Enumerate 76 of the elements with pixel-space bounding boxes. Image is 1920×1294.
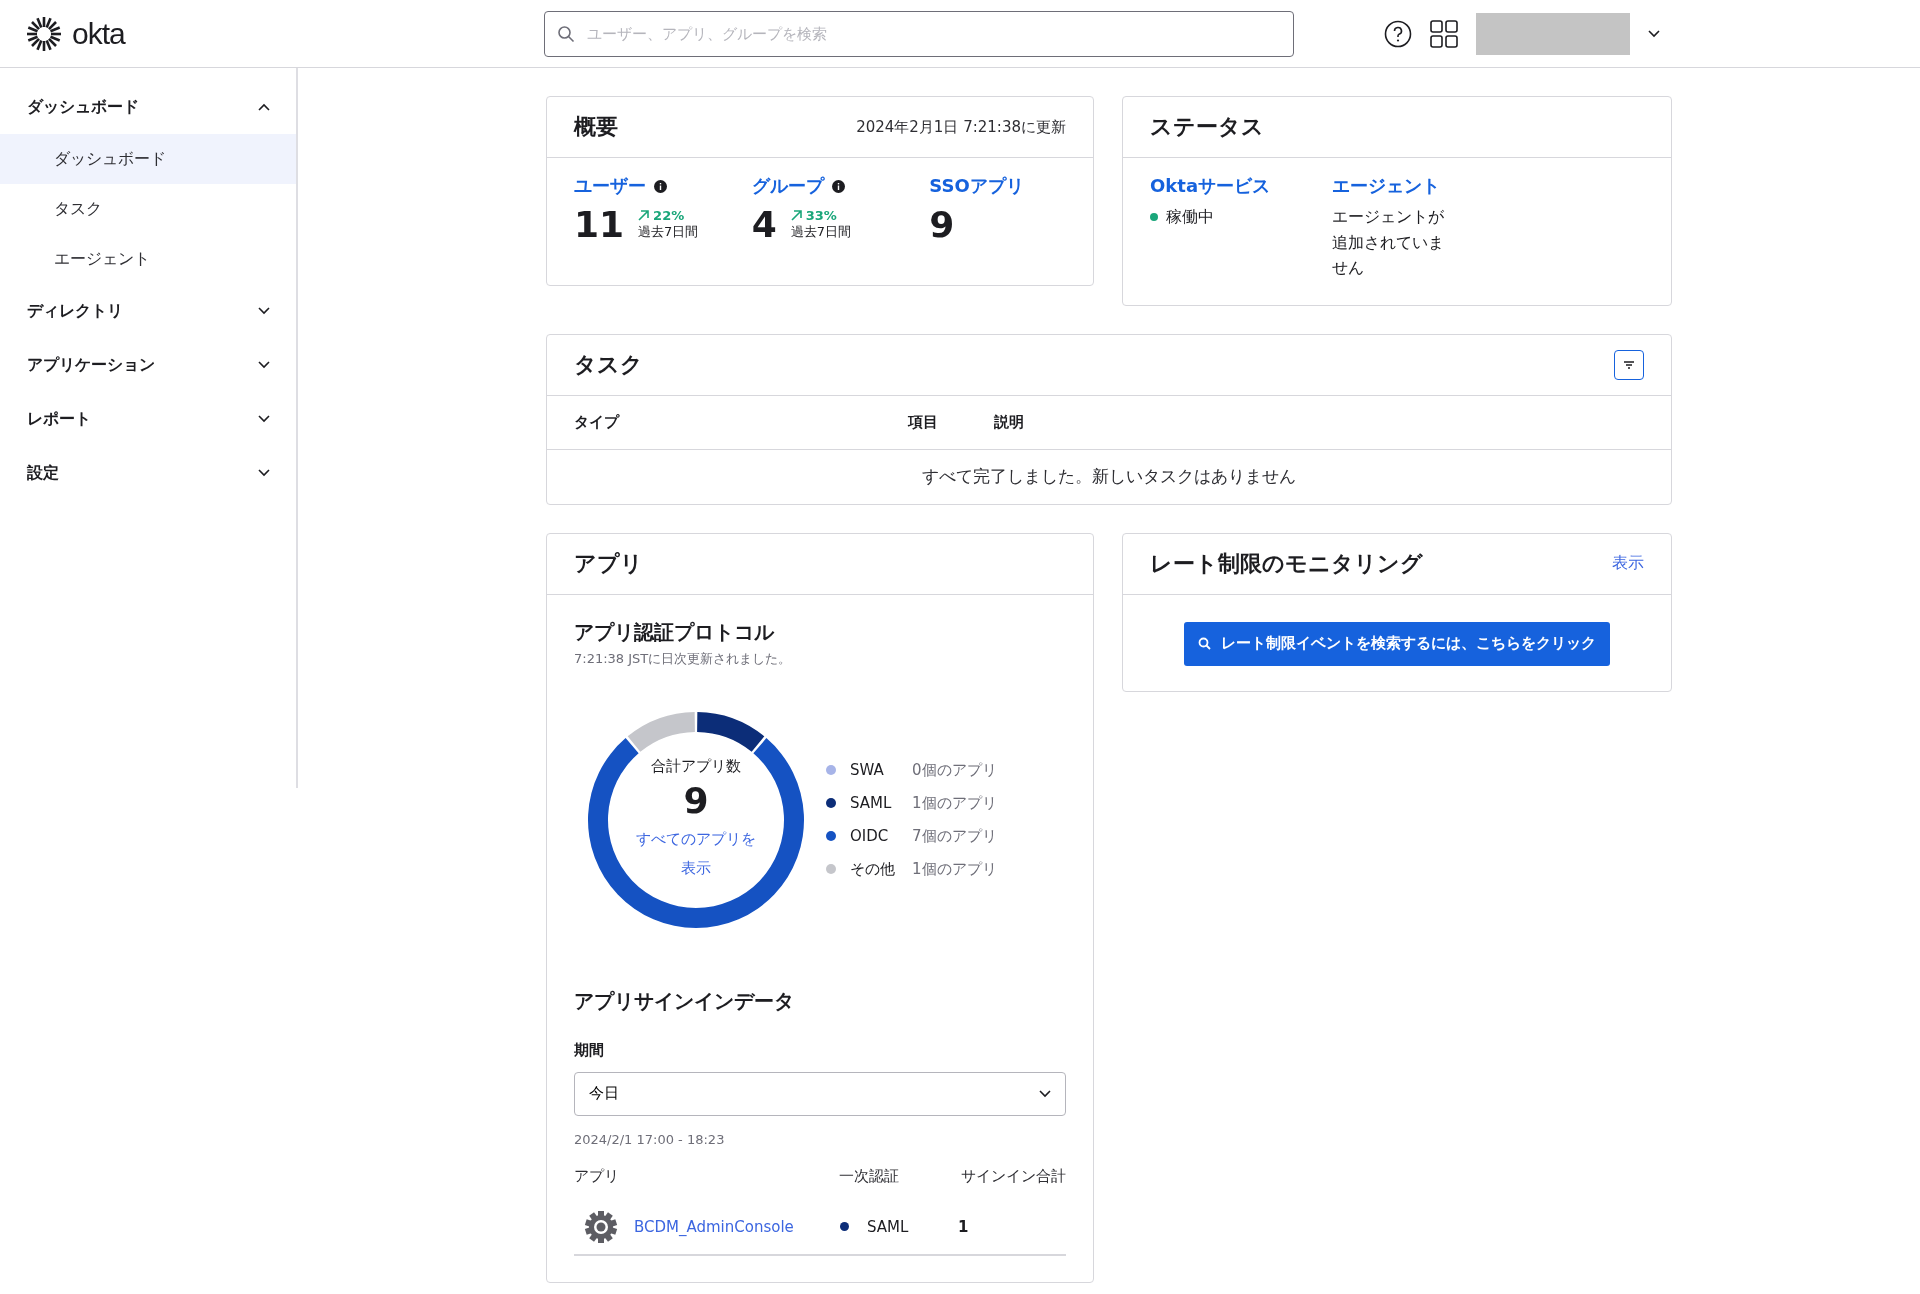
legend-label: OIDC — [850, 827, 890, 846]
column-header: タイプ — [574, 412, 621, 432]
legend-label: SWA — [850, 761, 885, 780]
logo-text: okta — [72, 16, 125, 51]
table-cell: SAML — [867, 1217, 909, 1236]
app-link[interactable]: BCDM_AdminConsole — [634, 1217, 794, 1236]
stat-value: 11 — [574, 204, 625, 245]
chevron-down-icon — [258, 415, 270, 423]
view-link[interactable]: 表示 — [1612, 553, 1644, 575]
chevron-down-icon — [1648, 29, 1660, 38]
legend-count: 1個のアプリ — [912, 859, 997, 879]
card-title: タスク — [574, 350, 643, 379]
status-text: エージェントが追加されていません — [1332, 206, 1445, 280]
sidebar-group[interactable]: ダッシュボード — [0, 80, 296, 134]
arrow-up-right-icon — [638, 210, 650, 221]
status-link[interactable]: Oktaサービス — [1150, 174, 1332, 198]
section-title: アプリサインインデータ — [574, 987, 795, 1015]
chevron-up-icon — [258, 103, 270, 111]
stat-link[interactable]: SSOアプリ — [929, 174, 1066, 198]
filter-icon — [1623, 359, 1635, 370]
section-title: アプリ認証プロトコル — [574, 618, 776, 646]
stat-link[interactable]: ユーザー — [574, 174, 752, 198]
period-text: 過去7日間 — [638, 223, 699, 241]
update-note: 7:21:38 JSTに日次更新されました。 — [574, 649, 793, 668]
search-field[interactable]: ユーザー、アプリ、グループを検索 — [544, 10, 1294, 57]
change-percent: 33% — [805, 208, 837, 223]
stat-link[interactable]: グループ — [751, 174, 930, 198]
column-header: サインイン合計 — [960, 1166, 1066, 1186]
sidebar-item[interactable]: ダッシュボード — [0, 134, 296, 184]
stat-value: 4 — [751, 204, 777, 245]
gear-icon — [584, 1209, 618, 1244]
legend-count: 7個のアプリ — [912, 826, 997, 846]
chevron-down-icon — [1039, 1089, 1051, 1098]
period-select[interactable]: 今日 — [574, 1071, 1066, 1116]
updated-time: 2024年2月1日 7:21:38に更新 — [856, 117, 1066, 137]
date-range: 2024/2/1 17:00 - 18:23 — [574, 1131, 726, 1147]
status-text: 稼働中 — [1166, 206, 1214, 228]
sidebar-group[interactable]: アプリケーション — [0, 338, 296, 392]
legend-label: その他 — [850, 859, 896, 879]
card-title: ステータス — [1150, 113, 1264, 141]
filter-button[interactable] — [1614, 349, 1644, 380]
status-link[interactable]: エージェント — [1332, 174, 1514, 198]
all-apps-link[interactable]: すべてのアプリを表示 — [631, 825, 761, 883]
table-cell: 1 — [958, 1217, 969, 1236]
column-header: 説明 — [994, 412, 1025, 432]
card-title: レート制限のモニタリング — [1150, 549, 1423, 578]
stat-value: 9 — [929, 204, 955, 245]
sidebar-item[interactable]: タスク — [0, 184, 296, 234]
sidebar-item[interactable]: エージェント — [0, 234, 296, 284]
column-header: 一次認証 — [838, 1166, 900, 1186]
total-label: 合計アプリ数 — [651, 757, 741, 777]
search-icon — [1198, 637, 1211, 651]
empty-message: すべて完了しました。新しいタスクはありません — [921, 465, 1297, 489]
help-icon[interactable] — [1384, 19, 1412, 48]
legend-count: 1個のアプリ — [912, 793, 997, 813]
legend-label: SAML — [850, 794, 893, 813]
card-title: 概要 — [574, 113, 618, 141]
logo-icon — [26, 15, 62, 52]
period-text: 過去7日間 — [790, 223, 851, 241]
grid-icon[interactable] — [1430, 19, 1458, 48]
sidebar-group[interactable]: 設定 — [0, 446, 296, 500]
change-percent: 22% — [653, 208, 685, 223]
chevron-down-icon — [258, 361, 270, 369]
card-title: アプリ — [574, 549, 643, 578]
field-label: 期間 — [574, 1040, 605, 1060]
chevron-down-icon — [258, 307, 270, 315]
chevron-down-icon — [258, 469, 270, 477]
sidebar-group[interactable]: ディレクトリ — [0, 284, 296, 338]
search-icon — [557, 24, 575, 43]
column-header: 項目 — [908, 412, 939, 432]
search-events-button[interactable]: レート制限イベントを検索するには、こちらをクリック — [1184, 621, 1610, 666]
total-value: 9 — [683, 780, 709, 822]
sidebar-group[interactable]: レポート — [0, 392, 296, 446]
arrow-up-right-icon — [790, 210, 802, 221]
column-header: アプリ — [574, 1166, 620, 1186]
legend-count: 0個のアプリ — [912, 760, 997, 780]
